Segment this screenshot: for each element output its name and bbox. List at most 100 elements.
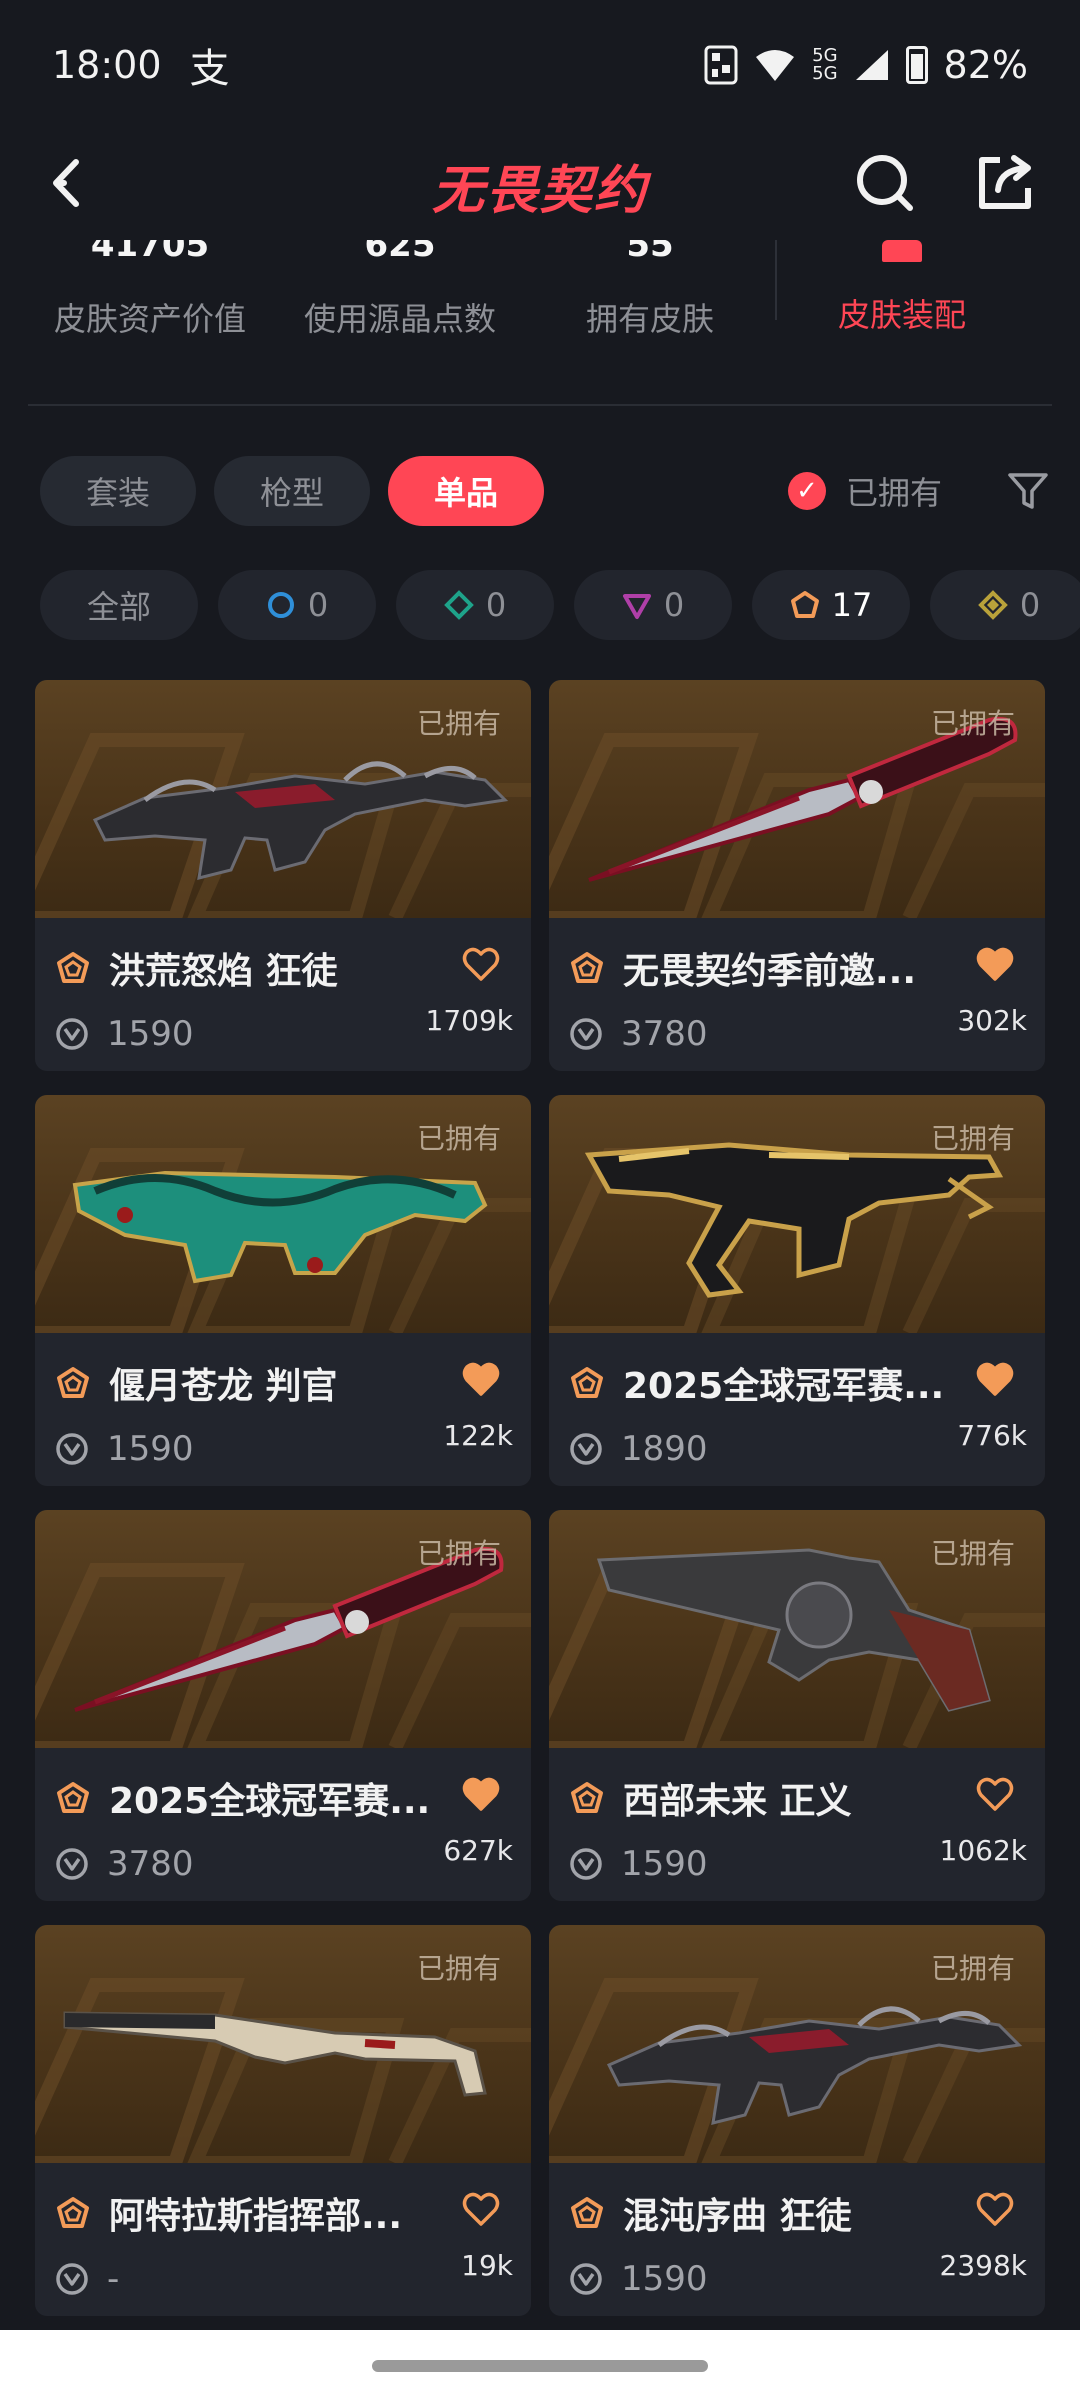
popularity-count: 302k bbox=[957, 1004, 1027, 1037]
skin-image: 已拥有 bbox=[549, 1510, 1045, 1748]
skin-image: 已拥有 bbox=[35, 680, 531, 918]
name-row: 2025全球冠军赛... bbox=[569, 1357, 1025, 1409]
name-row: 阿特拉斯指挥部... bbox=[55, 2187, 511, 2239]
battery-icon bbox=[905, 46, 928, 84]
skin-price: 1590 bbox=[107, 1429, 194, 1469]
status-bar: 18:00 支 5G 5G 82% bbox=[0, 0, 1080, 130]
skin-price: 3780 bbox=[107, 1844, 194, 1884]
favorite-heart-icon[interactable] bbox=[461, 944, 501, 984]
popularity-count: 1062k bbox=[939, 1834, 1027, 1867]
skin-info: 无畏契约季前邀... 3780 302k bbox=[549, 918, 1045, 1071]
favorite-heart-icon[interactable] bbox=[975, 1359, 1015, 1399]
tier-deluxe[interactable]: 0 bbox=[396, 570, 554, 640]
name-row: 西部未来 正义 bbox=[569, 1772, 1025, 1824]
deluxe-tier-icon bbox=[443, 590, 474, 620]
skin-name: 无畏契约季前邀... bbox=[623, 951, 917, 992]
favorite-heart-icon[interactable] bbox=[975, 1774, 1015, 1814]
owned-tag: 已拥有 bbox=[416, 707, 501, 740]
skin-name: 洪荒怒焰 狂徒 bbox=[109, 951, 338, 992]
skin-price: 3780 bbox=[621, 1014, 708, 1054]
name-row: 2025全球冠军赛... bbox=[55, 1772, 511, 1824]
back-button[interactable] bbox=[40, 148, 110, 218]
popularity-count: 1709k bbox=[425, 1004, 513, 1037]
tab-bundle[interactable]: 套装 bbox=[40, 456, 197, 526]
skin-price: 1590 bbox=[621, 1844, 708, 1884]
skin-name: 偃月苍龙 判官 bbox=[109, 1366, 338, 1407]
exclusive-tier-icon bbox=[57, 1782, 89, 1813]
popularity-count: 122k bbox=[443, 1419, 513, 1452]
price-row: - bbox=[55, 2259, 511, 2299]
favorite-heart-icon[interactable] bbox=[461, 2189, 501, 2229]
skin-card[interactable]: 已拥有 2025全球冠军赛... 1890 776k bbox=[549, 1095, 1045, 1486]
skin-name: 阿特拉斯指挥部... bbox=[109, 2196, 403, 2237]
owned-tag: 已拥有 bbox=[930, 1122, 1015, 1155]
app-header: 无畏契约 bbox=[0, 130, 1080, 240]
skin-info: 混沌序曲 狂徒 1590 2398k bbox=[549, 2163, 1045, 2316]
tier-ultra[interactable]: 0 bbox=[930, 570, 1080, 640]
name-row: 无畏契约季前邀... bbox=[569, 942, 1025, 994]
stat-asset-value: 41705 皮肤资产价值 bbox=[25, 240, 275, 340]
owned-tag: 已拥有 bbox=[930, 707, 1015, 740]
name-row: 混沌序曲 狂徒 bbox=[569, 2187, 1025, 2239]
favorite-heart-icon[interactable] bbox=[975, 944, 1015, 984]
owned-tag: 已拥有 bbox=[930, 1537, 1015, 1570]
popularity-count: 627k bbox=[443, 1834, 513, 1867]
tier-all[interactable]: 全部 bbox=[40, 570, 198, 640]
skin-card[interactable]: 已拥有 混沌序曲 狂徒 1590 2398k bbox=[549, 1925, 1045, 2316]
filter-icon[interactable] bbox=[1006, 469, 1050, 513]
valorant-points-icon bbox=[56, 2263, 88, 2295]
skin-image: 已拥有 bbox=[35, 1925, 531, 2163]
name-row: 洪荒怒焰 狂徒 bbox=[55, 942, 511, 994]
skin-image: 已拥有 bbox=[549, 1925, 1045, 2163]
skin-card[interactable]: 已拥有无畏契约季前邀... 3780 302k bbox=[549, 680, 1045, 1071]
skin-card[interactable]: 已拥有 2025全球冠军赛... 3780 627k bbox=[35, 1510, 531, 1901]
tab-single-item[interactable]: 单品 bbox=[388, 456, 545, 526]
skin-name: 西部未来 正义 bbox=[623, 1781, 852, 1822]
tier-filter-row: 全部 0 0 0 17 0 bbox=[40, 570, 1080, 640]
owned-filter-toggle[interactable]: ✓ 已拥有 bbox=[787, 468, 942, 514]
skin-card[interactable]: 已拥有 偃月苍龙 判官 1590 122k bbox=[35, 1095, 531, 1486]
skin-name: 2025全球冠军赛... bbox=[109, 1781, 431, 1822]
skin-price: 1890 bbox=[621, 1429, 708, 1469]
skin-info: 2025全球冠军赛... 3780 627k bbox=[35, 1748, 531, 1901]
tier-premium[interactable]: 0 bbox=[574, 570, 732, 640]
stat-points-used: 625 使用源晶点数 bbox=[275, 240, 525, 340]
back-arrow-icon bbox=[53, 159, 79, 207]
check-icon: ✓ bbox=[787, 472, 826, 510]
favorite-heart-icon[interactable] bbox=[975, 2189, 1015, 2229]
exclusive-tier-icon bbox=[57, 1367, 89, 1398]
skin-loadout-button[interactable]: 皮肤装配 bbox=[777, 240, 1027, 336]
share-icon[interactable] bbox=[970, 148, 1040, 218]
tier-exclusive[interactable]: 17 bbox=[752, 570, 910, 640]
skin-name: 2025全球冠军赛... bbox=[623, 1366, 945, 1407]
premium-tier-icon bbox=[622, 594, 651, 619]
favorite-heart-icon[interactable] bbox=[461, 1774, 501, 1814]
valorant-points-icon bbox=[56, 1848, 88, 1880]
exclusive-tier-icon bbox=[57, 952, 89, 983]
skin-info: 2025全球冠军赛... 1890 776k bbox=[549, 1333, 1045, 1486]
skin-info: 洪荒怒焰 狂徒 1590 1709k bbox=[35, 918, 531, 1071]
battery-level: 82% bbox=[943, 43, 1028, 87]
skin-card[interactable]: 已拥有 阿特拉斯指挥部... - 19k bbox=[35, 1925, 531, 2316]
search-icon[interactable] bbox=[850, 148, 920, 218]
skin-info: 偃月苍龙 判官 1590 122k bbox=[35, 1333, 531, 1486]
stat-label: 皮肤资产价值 bbox=[53, 300, 246, 338]
category-tabs: 套装 枪型 单品 ✓ 已拥有 bbox=[40, 456, 1050, 526]
exclusive-tier-icon bbox=[571, 1367, 603, 1398]
skin-card[interactable]: 已拥有西部未来 正义 1590 1062k bbox=[549, 1510, 1045, 1901]
page-title: 无畏契约 bbox=[431, 160, 648, 221]
skin-image: 已拥有 bbox=[549, 1095, 1045, 1333]
signal-icon bbox=[855, 50, 888, 80]
favorite-heart-icon[interactable] bbox=[461, 1359, 501, 1399]
divider bbox=[28, 404, 1052, 406]
skin-card[interactable]: 已拥有洪荒怒焰 狂徒 1590 1709k bbox=[35, 680, 531, 1071]
tab-weapon-type[interactable]: 枪型 bbox=[214, 456, 371, 526]
stat-label: 拥有皮肤 bbox=[585, 300, 714, 338]
owned-tag: 已拥有 bbox=[930, 1952, 1015, 1985]
tier-select[interactable]: 0 bbox=[218, 570, 376, 640]
exclusive-tier-icon bbox=[57, 2197, 89, 2228]
home-gesture-handle[interactable] bbox=[372, 2360, 708, 2372]
network-type: 5G 5G bbox=[812, 45, 838, 84]
skin-price: 1590 bbox=[621, 2259, 708, 2299]
skin-grid: 已拥有 洪荒怒焰 狂徒 1590 1709k 已拥有 无畏契约季前邀... 3780 302k… bbox=[35, 680, 1045, 2316]
